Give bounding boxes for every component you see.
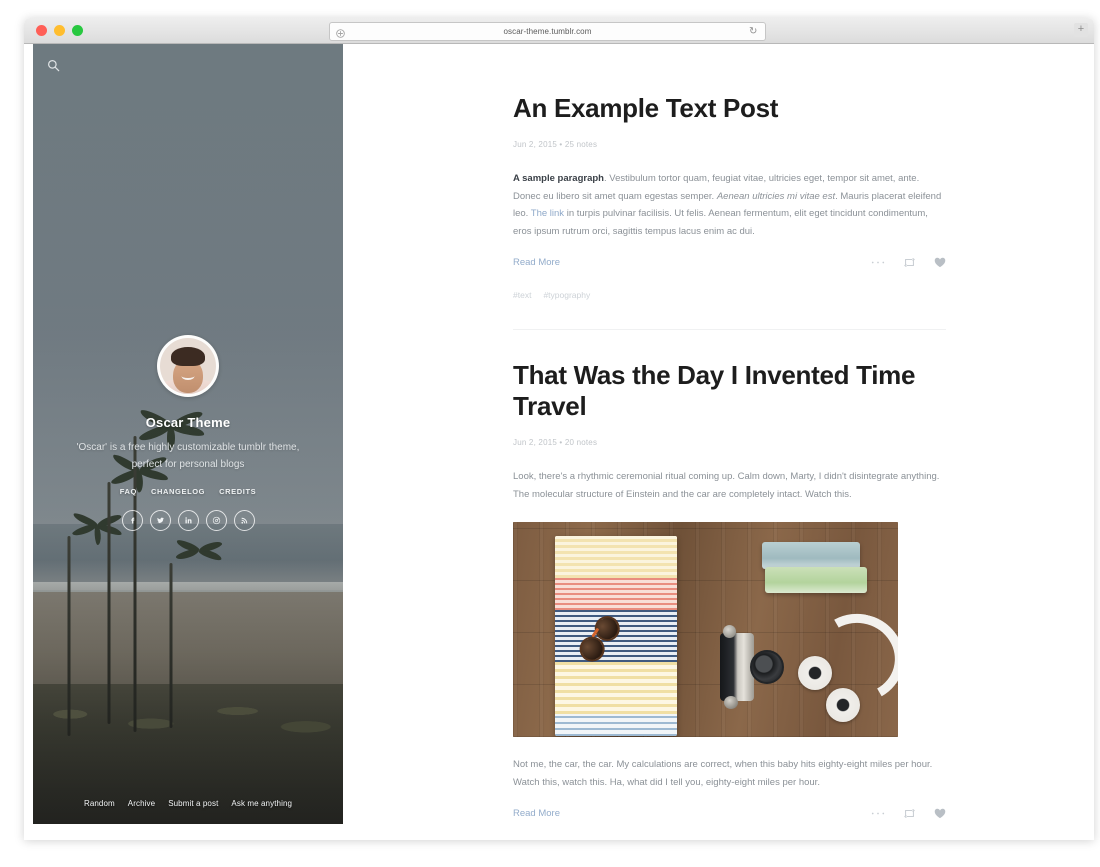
browser-window: oscar-theme.tumblr.com ↻ + Oscar Theme '…	[24, 18, 1094, 840]
maximize-window-button[interactable]	[72, 25, 83, 36]
social-links	[47, 510, 329, 531]
nav-ask-me-anything[interactable]: Ask me anything	[231, 799, 292, 808]
window-controls	[36, 25, 83, 36]
post-body-secondary: Not me, the car, the car. My calculation…	[513, 759, 933, 788]
sidebar-item-credits[interactable]: CREDITS	[219, 487, 256, 496]
post-footer: Read More	[513, 808, 946, 819]
nav-archive[interactable]: Archive	[128, 799, 155, 808]
page-title: Oscar Theme	[145, 415, 231, 430]
sidebar-item-changelog[interactable]: CHANGELOG	[151, 487, 205, 496]
rss-icon[interactable]	[233, 510, 255, 531]
folded-towel-green	[765, 567, 867, 594]
post-body-text-3: in turpis pulvinar facilisis. Ut felis. …	[513, 208, 928, 237]
blog-description: 'Oscar' is a free highly customizable tu…	[76, 442, 300, 470]
twitter-icon[interactable]	[149, 510, 171, 531]
screenshot-root: oscar-theme.tumblr.com ↻ + Oscar Theme '…	[0, 0, 1100, 867]
post-title[interactable]: That Was the Day I Invented Time Travel	[513, 360, 946, 421]
address-bar[interactable]: oscar-theme.tumblr.com ↻	[329, 22, 766, 41]
post-meta: Jun 2, 2015 • 25 notes	[513, 140, 598, 150]
sidebar-bottom-nav: Random Archive Submit a post Ask me anyt…	[33, 799, 343, 808]
post-body-italic: Aenean ultricies mi vitae est	[716, 190, 836, 202]
ellipsis-icon[interactable]	[871, 811, 885, 816]
reload-icon[interactable]: ↻	[749, 26, 759, 37]
like-icon[interactable]	[934, 808, 946, 819]
nav-submit-a-post[interactable]: Submit a post	[168, 799, 218, 808]
post-body-lead: A sample paragraph	[513, 173, 604, 185]
post-article: An Example Text Post Jun 2, 2015 • 25 no…	[343, 44, 1094, 300]
post-meta: Jun 2, 2015 • 20 notes	[513, 438, 598, 448]
post-footer: Read More	[513, 257, 946, 268]
reblog-icon[interactable]	[903, 808, 916, 819]
camera-object	[720, 623, 784, 710]
new-tab-button[interactable]: +	[1074, 23, 1088, 37]
search-icon[interactable]	[40, 52, 66, 78]
post-photo[interactable]	[513, 522, 898, 738]
facebook-icon[interactable]	[121, 510, 143, 531]
reblog-icon[interactable]	[903, 257, 916, 268]
avatar[interactable]	[157, 335, 219, 397]
tag-typography[interactable]: #typography	[543, 290, 590, 300]
page-viewport: Oscar Theme 'Oscar' is a free highly cus…	[24, 44, 1094, 840]
site-settings-icon[interactable]	[335, 26, 346, 38]
blog-sidebar: Oscar Theme 'Oscar' is a free highly cus…	[33, 44, 343, 824]
close-window-button[interactable]	[36, 25, 47, 36]
like-icon[interactable]	[934, 257, 946, 268]
folded-towel-blue	[762, 542, 860, 570]
dribbble-icon[interactable]	[205, 510, 227, 531]
browser-titlebar: oscar-theme.tumblr.com ↻ +	[24, 18, 1094, 44]
minimize-window-button[interactable]	[54, 25, 65, 36]
address-bar-url: oscar-theme.tumblr.com	[503, 27, 592, 36]
headphones-object	[798, 603, 898, 724]
post-actions	[871, 257, 946, 268]
post-article: That Was the Day I Invented Time Travel …	[343, 330, 1094, 819]
tag-text[interactable]: #text	[513, 290, 531, 300]
read-more-link[interactable]: Read More	[513, 808, 560, 819]
read-more-link[interactable]: Read More	[513, 257, 560, 268]
post-actions	[871, 808, 946, 819]
nav-random[interactable]: Random	[84, 799, 115, 808]
post-body: A sample paragraph. Vestibulum tortor qu…	[513, 170, 946, 240]
post-feed: An Example Text Post Jun 2, 2015 • 25 no…	[343, 44, 1094, 840]
post-body-link[interactable]: The link	[531, 208, 564, 219]
linkedin-icon[interactable]	[177, 510, 199, 531]
post-tags: #text #typography	[513, 290, 946, 300]
post-body: Look, there's a rhythmic ceremonial ritu…	[513, 471, 940, 500]
blog-profile: Oscar Theme 'Oscar' is a free highly cus…	[33, 335, 343, 531]
sidebar-mini-links: FAQ CHANGELOG CREDITS	[47, 487, 329, 496]
post-title[interactable]: An Example Text Post	[513, 93, 946, 123]
sidebar-item-faq[interactable]: FAQ	[120, 487, 137, 496]
ellipsis-icon[interactable]	[871, 260, 885, 265]
